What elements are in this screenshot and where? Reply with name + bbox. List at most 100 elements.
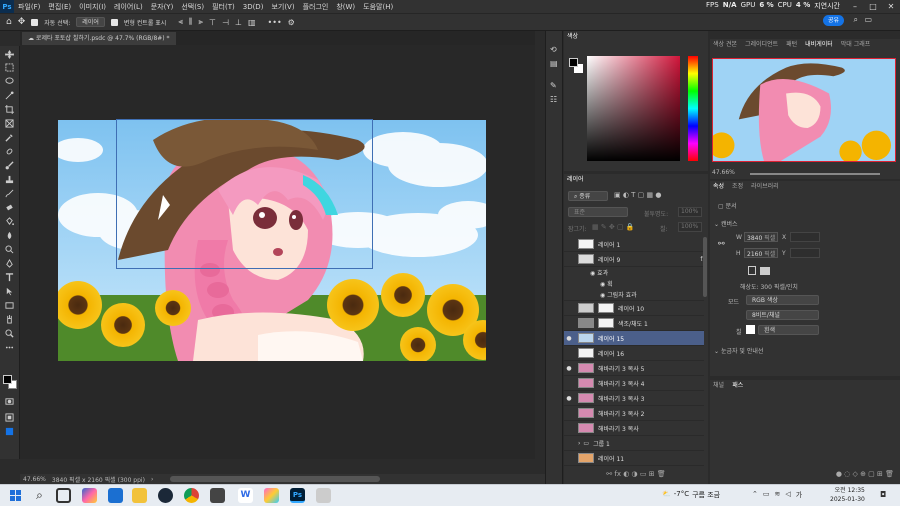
move-tool-icon[interactable] xyxy=(4,49,15,59)
color-picker-field[interactable] xyxy=(587,56,680,161)
stamp-tool-icon[interactable] xyxy=(4,174,15,184)
opacity-field[interactable]: 100% xyxy=(678,207,702,217)
workspace-icon[interactable]: ▭ xyxy=(864,15,872,24)
tab-libraries[interactable]: 라이브러리 xyxy=(748,181,782,193)
tab-histogram[interactable]: 막대 그래프 xyxy=(838,39,874,51)
layer-row[interactable]: 레이어 10 xyxy=(564,301,704,316)
foreground-color-swatch[interactable] xyxy=(3,375,12,384)
mode-select[interactable]: RGB 색상 xyxy=(746,295,819,305)
pen-tool-icon[interactable] xyxy=(4,258,15,268)
navigator-zoom[interactable]: 47.66% xyxy=(712,169,735,176)
mail-icon[interactable] xyxy=(108,488,123,503)
search-icon[interactable]: ⌕ xyxy=(32,488,47,503)
stroke-effect-row[interactable]: ◉ 획 xyxy=(564,278,704,289)
tray-icons[interactable]: ⌃ ▭ ≋ ◁ 가 xyxy=(752,490,802,500)
notification-icon[interactable]: ◘ xyxy=(880,490,886,499)
whale-browser-icon[interactable]: W xyxy=(238,488,253,503)
tab-swatches[interactable]: 색상 견본 xyxy=(710,39,740,51)
maximize-icon[interactable]: □ xyxy=(864,0,882,13)
more-tools-icon[interactable] xyxy=(4,342,15,352)
chrome-icon[interactable] xyxy=(184,488,199,503)
tab-color[interactable]: 색상 xyxy=(564,31,581,43)
move-tool-icon[interactable]: ✥ xyxy=(18,17,26,27)
tab-properties[interactable]: 속성 xyxy=(710,181,727,193)
more-options-icon[interactable]: ••• xyxy=(268,18,282,27)
layer-row[interactable]: ● 해바라기 3 복사 3 xyxy=(564,391,704,406)
type-tool-icon[interactable] xyxy=(4,272,15,282)
photoshop-taskbar-icon[interactable]: Ps xyxy=(290,488,305,503)
clip-studio-icon[interactable] xyxy=(316,488,331,503)
tab-navigator[interactable]: 내비게이터 xyxy=(802,39,836,51)
wifi-icon[interactable]: ≋ xyxy=(775,490,781,500)
x-field[interactable] xyxy=(790,232,820,242)
lasso-tool-icon[interactable] xyxy=(4,76,15,86)
tab-gradients[interactable]: 그레이디언트 xyxy=(742,39,781,51)
layer-row[interactable]: 레이어 9fx xyxy=(564,252,704,267)
zoom-level[interactable]: 47.66% xyxy=(23,476,46,483)
status-arrow-icon[interactable]: › xyxy=(151,476,153,483)
volume-icon[interactable]: ◁ xyxy=(785,490,790,500)
distribute-icon[interactable]: ▥ xyxy=(248,18,256,27)
zoom-tool-icon[interactable] xyxy=(4,328,15,338)
blur-tool-icon[interactable] xyxy=(4,230,15,240)
layers-scrollbar[interactable] xyxy=(703,237,707,297)
home-icon[interactable]: ⌂ xyxy=(6,17,12,27)
layer-row[interactable]: 해바라기 3 복사 4 xyxy=(564,376,704,391)
layer-row[interactable]: 레이어 16 xyxy=(564,346,704,361)
rectangle-tool-icon[interactable] xyxy=(4,300,15,310)
fill-color-chip[interactable] xyxy=(746,325,755,334)
align-right-icon[interactable]: ⫸ xyxy=(199,17,204,27)
menu-edit[interactable]: 편집(E) xyxy=(44,2,75,12)
eyedropper-icon[interactable] xyxy=(4,132,15,142)
file-explorer-icon[interactable] xyxy=(132,488,147,503)
windows-start-icon[interactable] xyxy=(8,488,23,503)
lock-icons[interactable]: ▦ ✎ ✥ ▢ 🔒 xyxy=(592,223,635,231)
search-icon[interactable]: ⌕ xyxy=(854,15,858,25)
gear-icon[interactable]: ⚙ xyxy=(288,18,295,27)
photoshop-logo[interactable]: Ps xyxy=(0,0,14,13)
menu-window[interactable]: 창(W) xyxy=(332,2,359,12)
menu-3d[interactable]: 3D(D) xyxy=(239,3,268,11)
artboard-tool-icon[interactable] xyxy=(4,62,15,72)
edit-toolbar-icon[interactable] xyxy=(4,426,15,436)
menu-view[interactable]: 보기(V) xyxy=(267,2,298,12)
history-brush-icon[interactable] xyxy=(4,188,15,198)
dodge-tool-icon[interactable] xyxy=(4,244,15,254)
minimize-icon[interactable]: – xyxy=(846,0,864,13)
fg-color-chip[interactable] xyxy=(569,58,578,67)
filter-icons[interactable]: ▣ ◐ T ▢ ▦ ● xyxy=(614,191,661,199)
link-dimensions-icon[interactable]: ⚯ xyxy=(718,239,725,248)
layer-row[interactable]: 색조/채도 1 xyxy=(564,316,704,331)
menu-filter[interactable]: 필터(T) xyxy=(208,2,239,12)
layer-row[interactable]: 레이어 1 xyxy=(564,237,704,252)
menu-type[interactable]: 문자(Y) xyxy=(147,2,178,12)
align-middle-icon[interactable]: ⊣ xyxy=(222,18,229,27)
paint-bucket-icon[interactable] xyxy=(4,216,15,226)
menu-layer[interactable]: 레이어(L) xyxy=(110,2,147,12)
align-center-icon[interactable]: ⫼ xyxy=(189,17,193,27)
auto-select-checkbox[interactable] xyxy=(31,18,39,26)
path-select-icon[interactable] xyxy=(4,286,15,296)
shadow-effect-row[interactable]: ◉ 그림자 효과 xyxy=(564,289,704,301)
layer-row-selected[interactable]: ● 레이어 15 xyxy=(564,331,704,346)
tab-patterns[interactable]: 패턴 xyxy=(783,39,800,51)
canvas-section[interactable]: ⌄ 캔버스 xyxy=(714,219,738,228)
layer-row[interactable]: 해바라기 3 복사 xyxy=(564,421,704,436)
layer-row[interactable]: 레이어 11 xyxy=(564,451,704,466)
frame-tool-icon[interactable] xyxy=(4,118,15,128)
navigator-zoom-slider[interactable] xyxy=(750,173,880,175)
history-icon[interactable]: ⟲ xyxy=(550,45,557,54)
steam-icon[interactable] xyxy=(158,488,173,503)
document-tab[interactable]: ☁ 로제타 포토샵 칠하기.psdc @ 47.7% (RGB/8#) * xyxy=(22,32,176,45)
close-icon[interactable]: ✕ xyxy=(882,0,900,13)
tab-adjustments[interactable]: 조정 xyxy=(729,181,746,193)
task-view-icon[interactable] xyxy=(56,488,71,503)
clock[interactable]: 오전 12:35 2025-01-30 xyxy=(830,486,865,504)
height-field[interactable]: 2160 픽셀 xyxy=(744,248,778,258)
layer-fill-field[interactable]: 100% xyxy=(678,222,702,232)
hue-slider[interactable] xyxy=(688,56,698,161)
y-field[interactable] xyxy=(790,248,820,258)
layer-select-dropdown[interactable]: 레이어 xyxy=(76,17,105,27)
eraser-tool-icon[interactable] xyxy=(4,202,15,212)
paint-app-icon[interactable] xyxy=(264,488,279,503)
